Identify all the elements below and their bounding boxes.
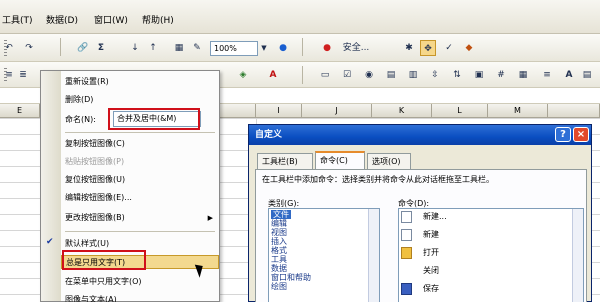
tab-options[interactable]: 选项(O) [367,153,411,169]
menu-item-paste-image: 粘贴按钮图像(P) [65,157,125,166]
drawing-icon[interactable]: ✎ [190,40,204,56]
category-item[interactable]: 插入 [271,237,287,246]
text-only-highlight [62,250,146,270]
toolbar-grip[interactable] [4,40,7,56]
toolbar-grip[interactable] [4,68,7,82]
categories-list[interactable]: 文件 编辑 视图 插入 格式 工具 数据 窗口和帮助 绘图 [268,208,380,302]
chart-wizard-icon[interactable]: ▦ [172,40,186,56]
toolbar-separator [302,66,303,84]
new-document-icon [401,229,412,241]
menu-item-change-image-label: 更改按钮图像(B) [65,213,125,222]
commands-description: 在工具栏中添加命令：选择类别并将命令从此对话框拖至工具栏。 [262,175,494,184]
font-color-icon[interactable]: A [266,67,280,83]
menu-window[interactable]: 窗口(W) [94,13,128,26]
image-icon[interactable]: ▣ [472,67,486,83]
categories-scrollbar[interactable] [368,209,379,302]
column-header-J[interactable]: J [302,104,372,118]
menu-item-reset-image[interactable]: 复位按钮图像(U) [61,173,219,187]
category-item[interactable]: 绘图 [271,282,287,291]
combo-box-icon[interactable]: ▥ [406,67,420,83]
fill-color-icon[interactable]: ◈ [236,67,250,83]
menu-item-reset[interactable]: 重新设置(R) [61,75,219,89]
category-item[interactable]: 文件 [271,210,291,219]
menu-item-copy-image[interactable]: 复制按钮图像(C) [61,137,219,151]
scroll-bar-icon[interactable]: ⇳ [428,67,442,83]
save-icon [401,283,412,295]
menu-bar: 工具(T) 数据(D) 窗口(W) 帮助(H) [0,0,600,34]
spinner-icon[interactable]: ⇅ [450,67,464,83]
menu-divider [65,132,215,133]
category-item[interactable]: 视图 [271,228,287,237]
autosum-icon[interactable]: Σ [94,40,108,56]
tab-order-icon[interactable]: # [494,67,508,83]
category-item[interactable]: 编辑 [271,219,287,228]
menu-item-default-style[interactable]: 默认样式(U) [61,237,219,251]
menu-divider [65,231,215,232]
checkbox-icon[interactable]: ☑ [340,67,354,83]
form-label-icon[interactable]: ▭ [318,67,332,83]
more-icon[interactable]: ▤ [580,67,594,83]
standard-toolbar: ↶ ↷ 🔗 Σ ↓ ↑ ▦ ✎ 100% ▼ ● ● 安全... ✱ ✥ ✓ ◆ [0,34,600,62]
record-icon[interactable]: ● [322,40,332,56]
hyperlink-icon[interactable]: 🔗 [76,40,90,56]
tab-toolbars[interactable]: 工具栏(B) [257,153,313,169]
menu-item-text-only-in-menus[interactable]: 在菜单中只用文字(O) [61,275,219,289]
visual-basic-icon[interactable]: ✱ [402,40,416,56]
list-box-icon[interactable]: ▤ [384,67,398,83]
category-item[interactable]: 工具 [271,255,287,264]
checkmark-icon: ✔ [46,237,54,247]
open-folder-icon [401,247,412,259]
chevron-down-icon[interactable]: ▼ [260,40,268,56]
commands-panel: 在工具栏中添加命令：选择类别并将命令从此对话框拖至工具栏。 类别(G): 命令(… [255,169,587,302]
redo-icon[interactable]: ↷ [22,40,36,56]
security-button[interactable]: 安全... [336,40,376,56]
text-icon[interactable]: A [562,67,576,83]
dialog-title: 自定义 [249,125,591,145]
design-mode-icon[interactable]: ✥ [420,40,436,56]
customize-dialog: 自定义 ? × 工具栏(B) 命令(C) 选项(O) 在工具栏中添加命令：选择类… [248,124,592,302]
sort-descending-icon[interactable]: ↑ [146,40,160,56]
menu-help[interactable]: 帮助(H) [142,13,174,26]
help-icon[interactable]: ● [276,40,290,56]
sort-ascending-icon[interactable]: ↓ [128,40,142,56]
name-field-highlight [108,108,200,130]
category-item[interactable]: 窗口和帮助 [271,273,311,282]
option-button-icon[interactable]: ◉ [362,67,376,83]
commands-list[interactable]: 新建... 新建 打开 关闭 保存 [398,208,584,302]
new-document-icon [401,211,412,223]
help-button[interactable]: ? [555,127,571,142]
align-center-icon[interactable]: ≣ [16,67,30,83]
category-item[interactable]: 格式 [271,246,287,255]
close-button[interactable]: × [573,127,589,142]
commands-scrollbar[interactable] [572,209,583,302]
column-header-E[interactable]: E [0,104,40,118]
column-header-next[interactable] [548,104,600,118]
submenu-arrow-icon: ▶ [207,214,213,222]
category-item[interactable]: 数据 [271,264,287,273]
menu-item-name-label: 命名(N): [65,115,96,124]
menu-item-image-and-text[interactable]: 图像与文本(A) [61,293,219,302]
control-toolbox-icon[interactable]: ✓ [442,40,456,56]
view-code-icon[interactable]: ≡ [540,67,554,83]
toolbar-separator [60,38,61,56]
tab-commands[interactable]: 命令(C) [315,151,365,170]
menu-item-change-image[interactable]: 更改按钮图像(B) ▶ [61,211,219,225]
column-header-I[interactable]: I [256,104,302,118]
script-editor-icon[interactable]: ◆ [462,40,476,56]
toolbar-separator [302,38,303,56]
column-header-K[interactable]: K [372,104,432,118]
menu-item-delete[interactable]: 删除(D) [61,93,219,107]
column-header-M[interactable]: M [488,104,548,118]
properties-icon[interactable]: ▦ [516,67,530,83]
menu-data[interactable]: 数据(D) [46,13,78,26]
menu-item-edit-image[interactable]: 编辑按钮图像(E)... [61,191,219,205]
menu-icon-gutter [41,71,61,301]
column-header-L[interactable]: L [432,104,488,118]
zoom-select[interactable]: 100% [210,41,258,56]
column-header-blank[interactable] [220,104,256,118]
menu-tools[interactable]: 工具(T) [2,13,33,26]
